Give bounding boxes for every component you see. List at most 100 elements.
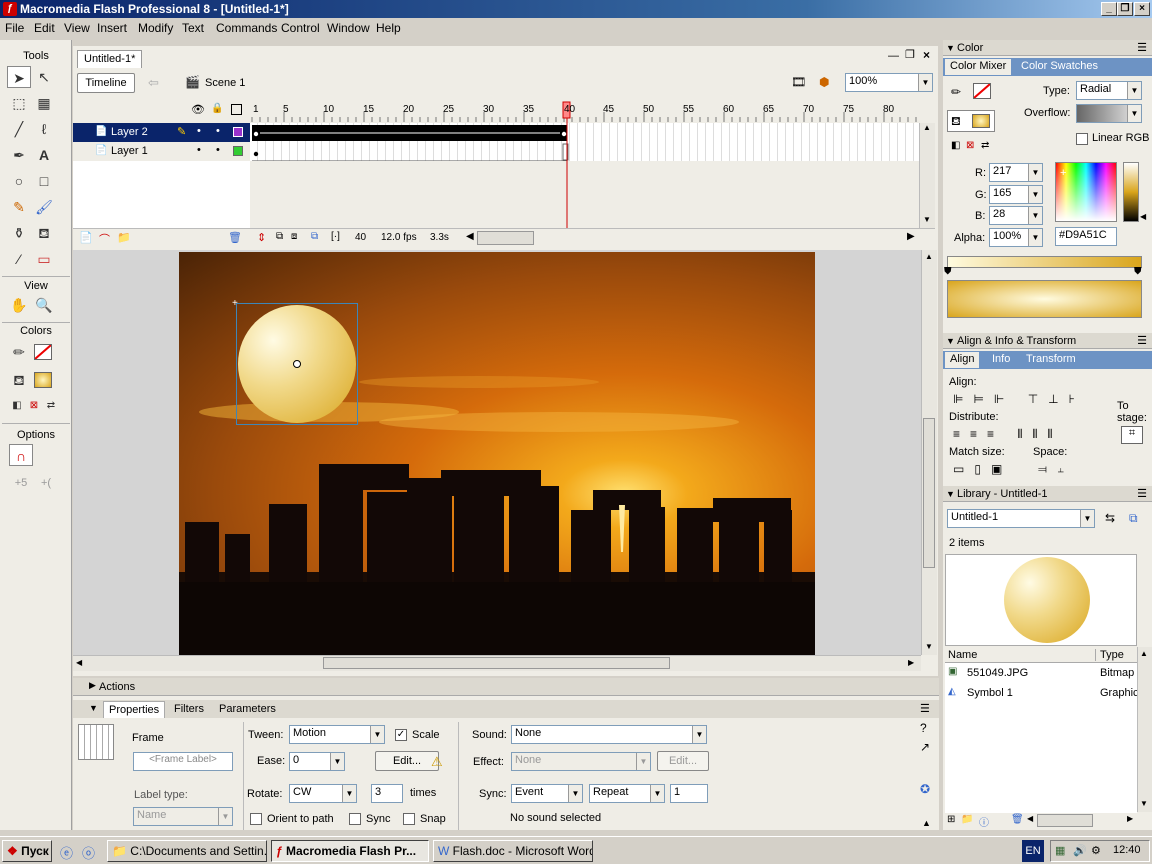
hex-input[interactable]: #D9A51C xyxy=(1055,227,1117,246)
swap-colors-icon[interactable]: ⇄ xyxy=(39,395,63,417)
color-spectrum-picker[interactable]: + xyxy=(1055,162,1117,222)
stroke-color-swatch[interactable] xyxy=(34,344,52,360)
outlook-quicklaunch-icon[interactable]: ⓞ xyxy=(82,843,95,862)
library-vscroll[interactable]: ▲ ▼ xyxy=(1137,647,1152,812)
library-document-select[interactable]: Untitled-1 ▼ xyxy=(947,509,1095,528)
panel-menu-icon[interactable]: ☰ xyxy=(1137,333,1147,349)
new-symbol-icon[interactable]: ⊞ xyxy=(947,814,955,825)
minimize-button[interactable]: _ xyxy=(1101,2,1117,16)
overflow-select[interactable]: ▼ xyxy=(1076,104,1142,123)
match-size-buttons[interactable]: ▭▯▣ xyxy=(953,462,1012,476)
library-row[interactable]: ▣ 551049.JPG Bitmap xyxy=(945,665,1137,683)
brightness-slider[interactable] xyxy=(1123,162,1139,222)
paint-bucket-tool-icon[interactable]: ⛾ xyxy=(32,222,56,244)
taskbar-word[interactable]: W Flash.doc - Microsoft Word xyxy=(433,840,593,862)
layer-outline-color[interactable] xyxy=(233,127,243,137)
snap-checkbox[interactable] xyxy=(403,813,415,825)
show-hide-eye-icon[interactable]: 👁 xyxy=(191,103,205,116)
space-buttons[interactable]: ⫤⫠ xyxy=(1038,462,1074,477)
library-row[interactable]: ◭ Symbol 1 Graphic xyxy=(945,685,1139,703)
edit-icon[interactable]: ↗ xyxy=(920,740,930,754)
hand-tool-icon[interactable]: ✋ xyxy=(7,294,31,316)
layer-outline-color[interactable] xyxy=(233,146,243,156)
doc-minimize-icon[interactable]: — xyxy=(888,50,899,62)
language-indicator[interactable]: EN xyxy=(1022,840,1044,862)
fill-transform-tool-icon[interactable]: ▦ xyxy=(32,92,56,114)
lasso-tool-icon[interactable]: ℓ xyxy=(32,118,56,140)
menu-window[interactable]: Window xyxy=(327,21,370,35)
edit-multiple-frames-icon[interactable]: ⧉ xyxy=(311,231,318,242)
collapse-arrow-icon[interactable]: ▼ xyxy=(89,703,98,713)
stage-vscroll[interactable]: ▲ ▼ xyxy=(921,250,937,655)
alpha-input[interactable]: 100% ▼ xyxy=(989,228,1043,247)
type-column-header[interactable]: Type xyxy=(1095,649,1124,661)
mixer-stroke-swatch[interactable] xyxy=(973,83,991,99)
menu-text[interactable]: Text xyxy=(182,21,204,35)
pencil-tool-icon[interactable]: ✎ xyxy=(7,196,31,218)
registration-point-icon[interactable] xyxy=(293,360,301,368)
distribute-buttons[interactable]: ≡≡≡ ⫴⫴⫴ xyxy=(953,427,1062,442)
actions-header[interactable]: ▶ Actions xyxy=(73,678,939,696)
document-tab[interactable]: Untitled-1* xyxy=(77,50,143,68)
ie-quicklaunch-icon[interactable]: ⓔ xyxy=(60,843,73,862)
tab-filters[interactable]: Filters xyxy=(174,703,204,715)
straighten-icon[interactable]: +( xyxy=(34,472,58,494)
edit-scene-icon[interactable]: 🎞 xyxy=(791,75,806,89)
start-button[interactable]: ❖ Пуск xyxy=(2,840,52,862)
fill-color-swatch[interactable] xyxy=(34,372,52,388)
scroll-right-icon[interactable]: ▶ xyxy=(907,231,915,242)
menu-insert[interactable]: Insert xyxy=(97,21,127,35)
library-scroll-left-icon[interactable]: ◀ xyxy=(1027,814,1033,823)
add-motion-guide-icon[interactable]: ⌒ xyxy=(99,231,110,247)
menu-modify[interactable]: Modify xyxy=(138,21,173,35)
symbol-bounding-box[interactable] xyxy=(236,303,358,425)
effect-edit-button[interactable]: Edit... xyxy=(657,751,709,771)
delete-layer-icon[interactable]: 🗑 xyxy=(228,231,242,244)
pen-tool-icon[interactable]: ✒ xyxy=(7,144,31,166)
menu-edit[interactable]: Edit xyxy=(34,21,55,35)
gradient-stop-left[interactable]: ⛊ xyxy=(944,266,952,277)
sound-select[interactable]: None ▼ xyxy=(511,725,707,744)
label-type-select[interactable]: Name ▼ xyxy=(133,807,233,826)
panel-menu-icon[interactable]: ☰ xyxy=(1137,40,1147,56)
layer-row-1[interactable]: 📄 Layer 1 • • xyxy=(73,142,250,161)
tab-properties[interactable]: Properties xyxy=(103,701,166,718)
modify-onion-markers-icon[interactable]: [·] xyxy=(331,231,340,242)
smooth-icon[interactable]: +5 xyxy=(9,472,33,494)
fill-type-select[interactable]: Radial ▼ xyxy=(1076,81,1142,100)
stroke-pencil-icon[interactable]: ✏ xyxy=(951,85,961,99)
brightness-handle-icon[interactable]: ◀ xyxy=(1140,212,1146,221)
free-transform-tool-icon[interactable]: ⬚ xyxy=(7,92,31,114)
stage-hscroll[interactable]: ◀ ▶ xyxy=(73,655,921,671)
align-panel-header[interactable]: ▼ Align & Info & Transform ☰ xyxy=(943,333,1152,349)
menu-commands[interactable]: Commands xyxy=(216,21,277,35)
library-hscroll-thumb[interactable] xyxy=(1037,814,1093,827)
brush-tool-icon[interactable]: 🖌 xyxy=(32,196,56,218)
center-frame-icon[interactable]: ⇕ xyxy=(257,231,266,244)
gradient-stop-right[interactable]: ⛊ xyxy=(1134,266,1142,277)
line-tool-icon[interactable]: ╱ xyxy=(7,118,31,140)
red-input[interactable]: 217 ▼ xyxy=(989,163,1043,182)
tab-parameters[interactable]: Parameters xyxy=(219,703,276,715)
library-scroll-right-icon[interactable]: ▶ xyxy=(1127,814,1133,823)
taskbar-explorer[interactable]: 📁 C:\Documents and Settin... xyxy=(107,840,267,862)
scale-checkbox[interactable]: ✓ xyxy=(395,729,407,741)
effect-select[interactable]: None ▼ xyxy=(511,752,651,771)
frame-label-input[interactable]: <Frame Label> xyxy=(133,752,233,771)
properties-icon[interactable]: ⓘ xyxy=(979,814,989,829)
warning-icon[interactable]: ⚠ xyxy=(431,754,443,770)
tab-align[interactable]: Align xyxy=(945,352,980,368)
timeline-hscroll-thumb[interactable] xyxy=(477,231,534,245)
eraser-tool-icon[interactable]: ▭ xyxy=(32,248,56,270)
outline-all-icon[interactable] xyxy=(231,104,242,115)
oval-tool-icon[interactable]: ○ xyxy=(7,170,31,192)
sound-sync-select[interactable]: Event ▼ xyxy=(511,784,583,803)
green-input[interactable]: 165 ▼ xyxy=(989,185,1043,204)
collapse-props-icon[interactable]: ▲ xyxy=(922,818,931,828)
timeline-button[interactable]: Timeline xyxy=(77,73,135,93)
back-arrow-icon[interactable]: ⇦ xyxy=(148,75,159,91)
ink-bottle-tool-icon[interactable]: ⚱ xyxy=(7,222,31,244)
name-column-header[interactable]: Name xyxy=(948,649,977,661)
lock-all-icon[interactable]: 🔒 xyxy=(211,103,223,114)
menu-view[interactable]: View xyxy=(64,21,90,35)
